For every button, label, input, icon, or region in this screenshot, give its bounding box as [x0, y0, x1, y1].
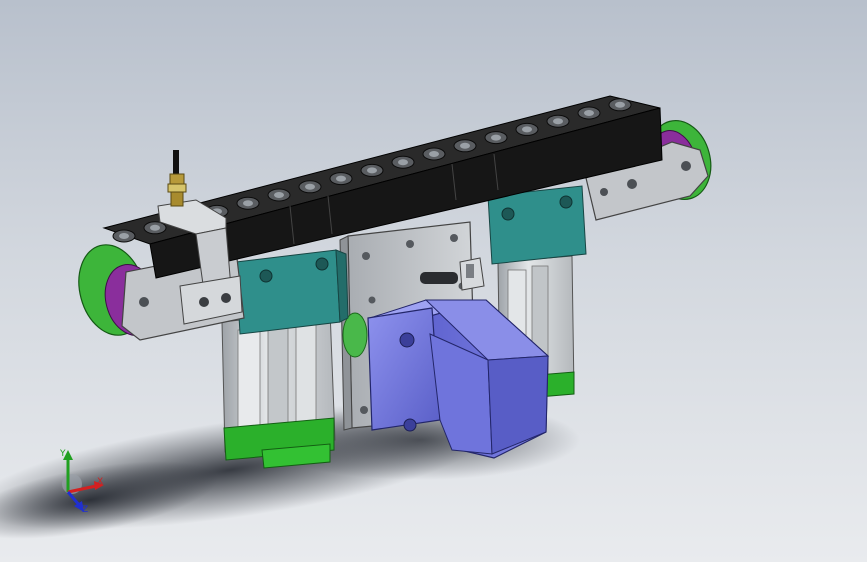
x-axis-label: X: [97, 477, 103, 487]
belt-roller-hub-icon: [305, 183, 315, 190]
belt-roller-hub-icon: [553, 118, 563, 125]
belt-roller-hub-icon: [460, 142, 470, 149]
belt-roller-hub-icon: [429, 151, 439, 157]
limit-switch-bracket[interactable]: [459, 257, 485, 291]
left-linear-guide[interactable]: [221, 309, 336, 469]
belt-roller-hub-icon: [522, 126, 532, 133]
right-carriage-block[interactable]: [487, 185, 587, 265]
z-axis-label: Z: [82, 505, 88, 515]
belt-roller-hub-icon: [398, 159, 408, 166]
belt-roller-hub-icon: [119, 233, 129, 239]
belt-roller-hub-icon: [336, 175, 346, 182]
proximity-sensor[interactable]: [167, 150, 187, 207]
belt-roller-hub-icon: [274, 192, 284, 198]
model-canvas[interactable]: Y X Z: [0, 0, 867, 562]
belt-roller-hub-icon: [491, 134, 501, 141]
belt-roller-hub-icon: [615, 101, 625, 108]
3d-viewport[interactable]: Y X Z: [0, 0, 867, 562]
y-axis-label: Y: [59, 449, 66, 459]
left-carriage-block[interactable]: [235, 249, 349, 335]
belt-roller-hub-icon: [367, 167, 377, 174]
belt-roller-hub-icon: [584, 110, 594, 116]
belt-roller-hub-icon: [150, 224, 160, 231]
belt-roller-hub-icon: [243, 200, 253, 207]
